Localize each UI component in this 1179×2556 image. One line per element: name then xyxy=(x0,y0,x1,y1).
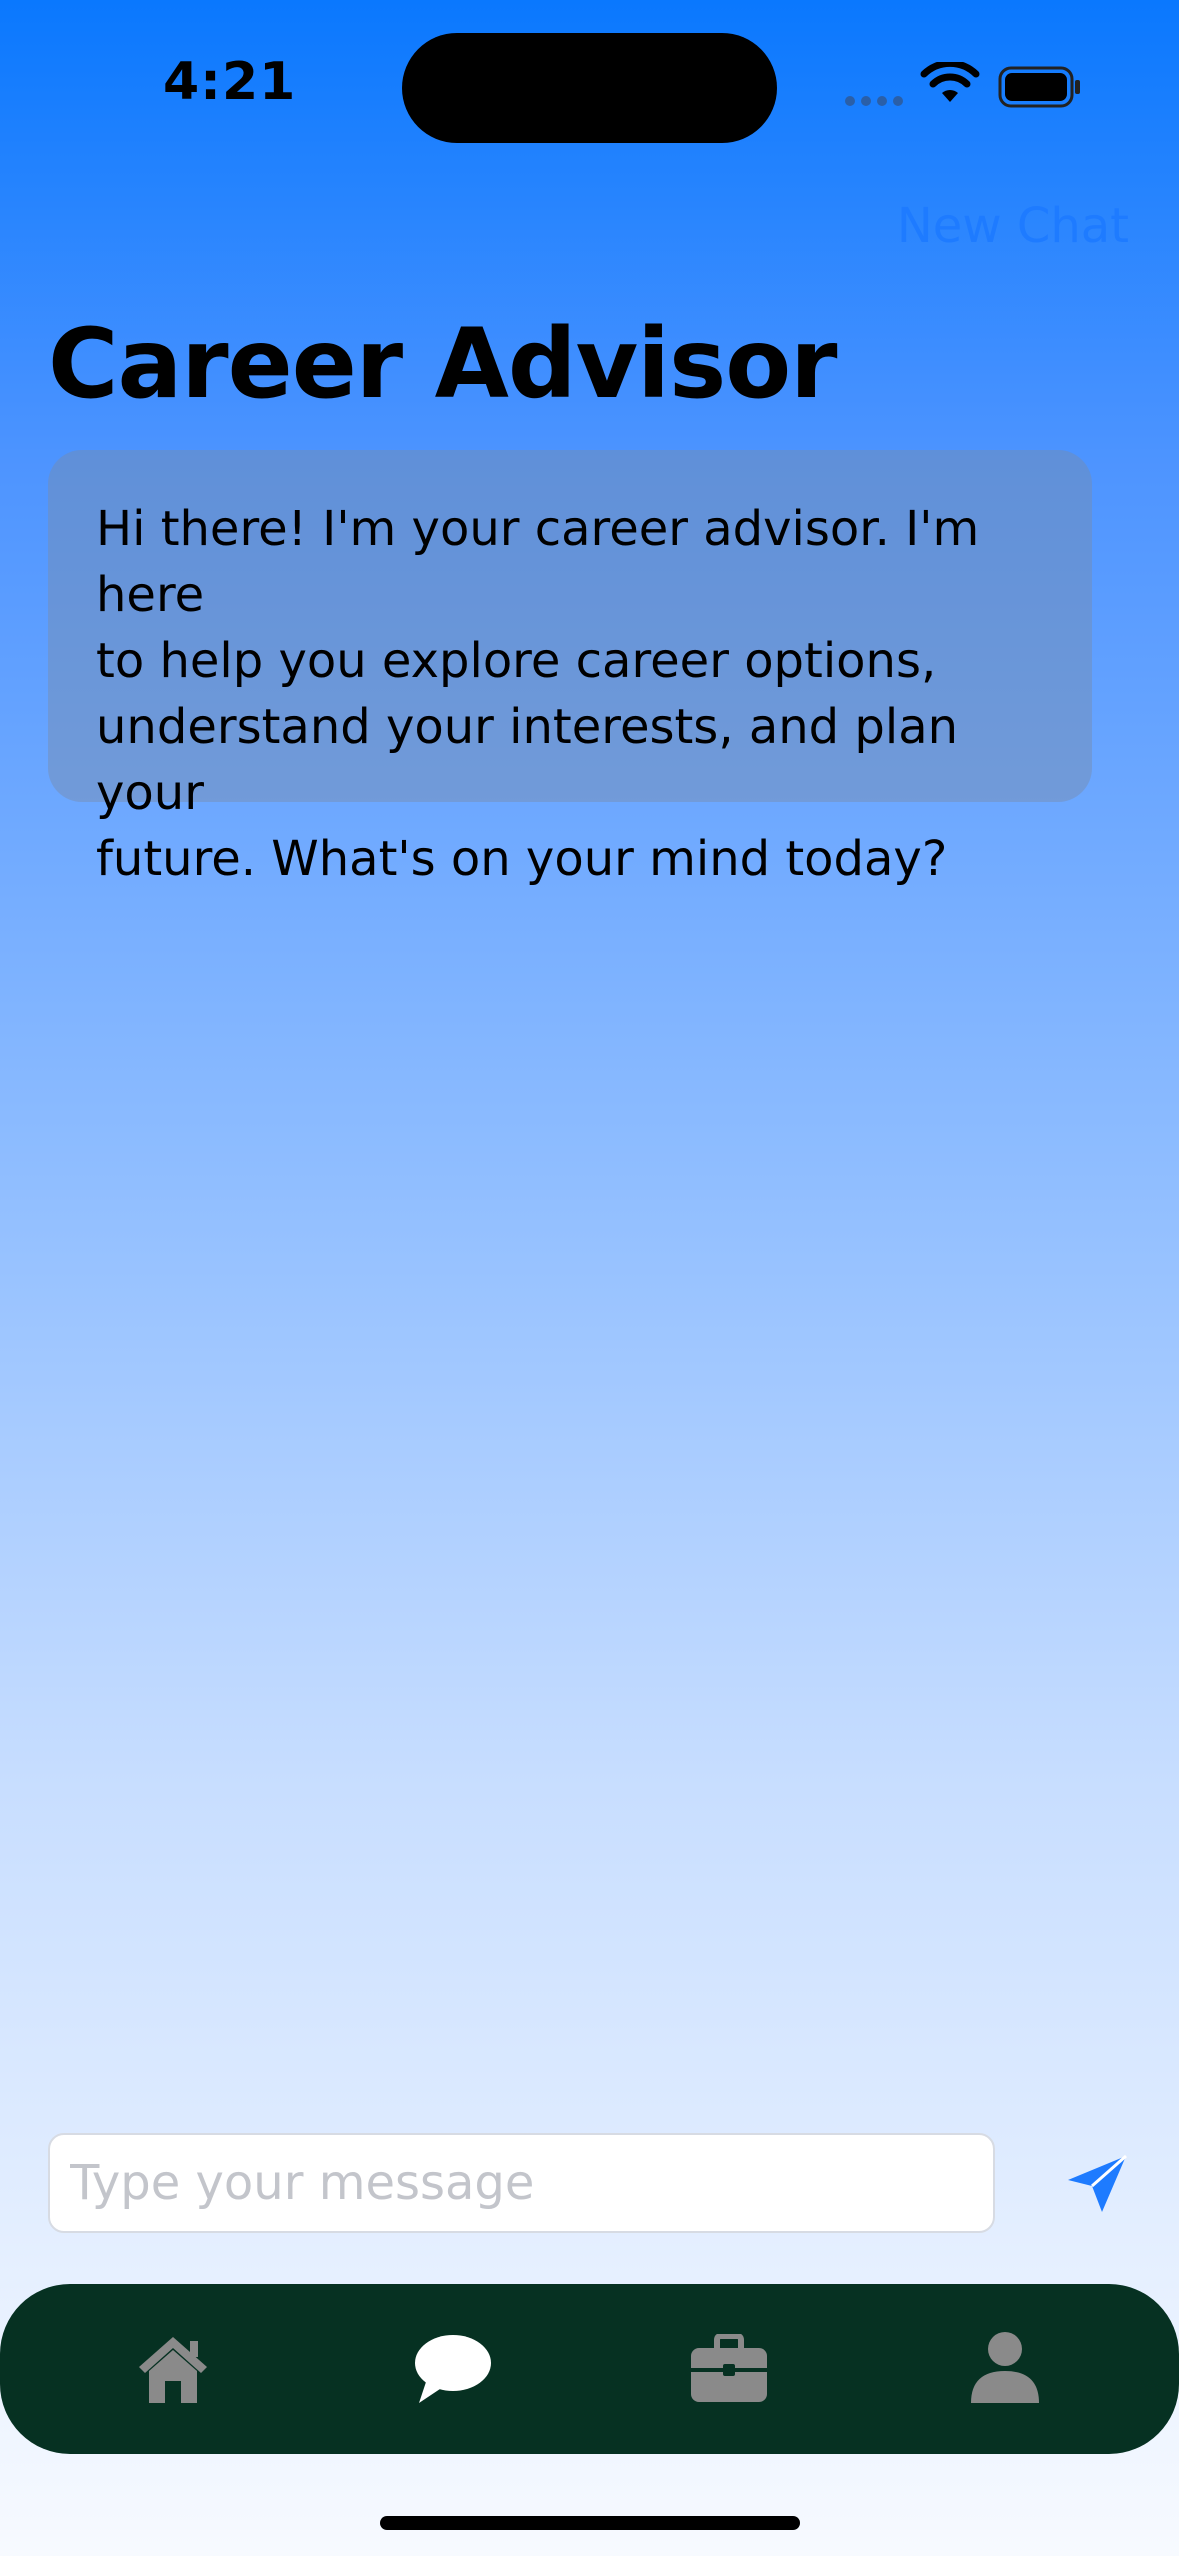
briefcase-icon xyxy=(691,2334,767,2402)
battery-icon xyxy=(998,66,1080,108)
paper-plane-icon xyxy=(1068,2154,1127,2212)
message-input-container xyxy=(48,2133,995,2233)
person-icon xyxy=(971,2332,1039,2403)
tab-profile[interactable] xyxy=(960,2329,1050,2409)
status-time: 4:21 xyxy=(163,52,297,112)
assistant-message-bubble: Hi there! I'm your career advisor. I'm h… xyxy=(48,450,1092,887)
dynamic-island xyxy=(402,33,777,143)
message-line: to help you explore career options, xyxy=(96,633,937,689)
page-title: Career Advisor xyxy=(48,308,837,420)
home-indicator xyxy=(380,2516,800,2530)
message-input[interactable] xyxy=(50,2135,993,2231)
status-icons xyxy=(845,62,1085,112)
tab-home[interactable] xyxy=(128,2329,218,2409)
cellular-signal-icon xyxy=(845,96,903,106)
tab-chat[interactable] xyxy=(406,2329,496,2409)
tab-jobs[interactable] xyxy=(684,2329,774,2409)
send-button[interactable] xyxy=(1063,2153,1133,2217)
chat-bubble-icon xyxy=(415,2335,491,2403)
message-line: Hi there! I'm your career advisor. I'm h… xyxy=(96,501,980,623)
wifi-icon xyxy=(920,62,980,102)
tab-bar xyxy=(0,2284,1179,2454)
new-chat-button[interactable]: New Chat xyxy=(897,198,1129,254)
message-line: future. What's on your mind today? xyxy=(96,831,948,887)
message-line: understand your interests, and plan your xyxy=(96,699,959,821)
home-icon xyxy=(139,2337,207,2403)
